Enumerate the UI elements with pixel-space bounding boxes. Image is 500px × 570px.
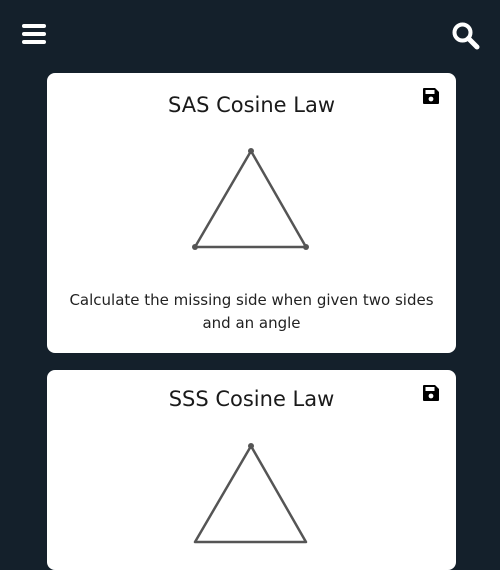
card-title: SSS Cosine Law [168,387,335,411]
top-bar [0,0,500,70]
search-icon[interactable] [451,21,481,51]
tool-card-sss[interactable]: SSS Cosine Law [47,370,456,570]
tool-card-sas[interactable]: SAS Cosine Law Calculate the missing sid… [47,73,456,353]
app-root: SAS Cosine Law Calculate the missing sid… [0,0,500,570]
triangle-icon [187,143,317,253]
card-description: Calculate the missing side when given tw… [69,291,434,332]
triangle-icon [187,436,317,546]
card-title: SAS Cosine Law [167,93,336,117]
save-icon[interactable] [422,87,440,105]
hamburger-menu-icon[interactable] [22,22,48,48]
save-icon[interactable] [422,384,440,402]
